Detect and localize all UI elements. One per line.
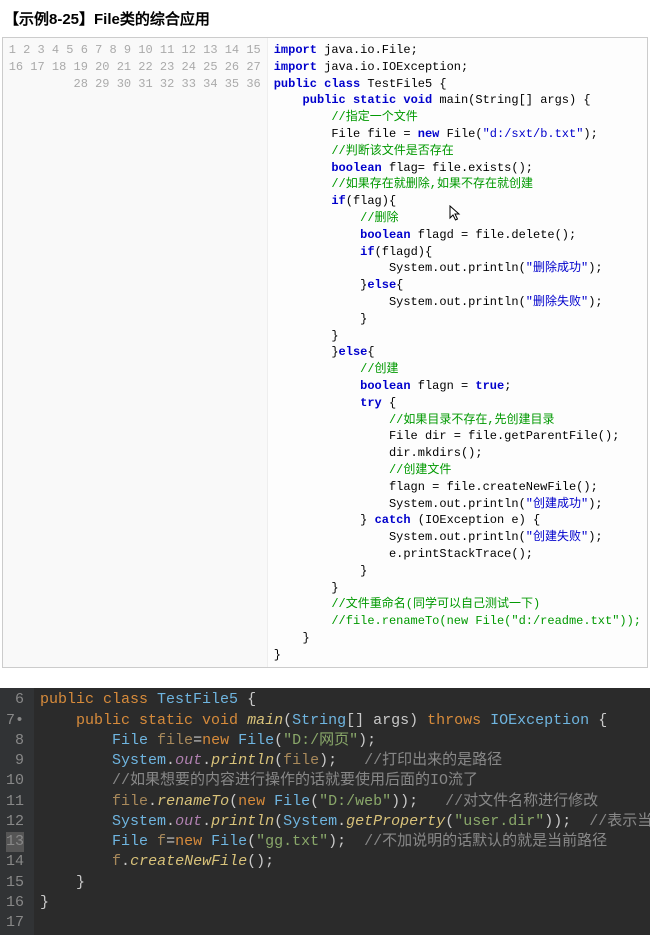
gutter-light: 1 2 3 4 5 6 7 8 9 10 11 12 13 14 15 16 1…	[3, 38, 268, 667]
lines-light: import java.io.File; import java.io.IOEx…	[268, 38, 647, 667]
lines-dark: public class TestFile5 { public static v…	[34, 688, 650, 935]
gutter-dark: 67•891011121314151617	[0, 688, 34, 935]
code-block-dark: 67•891011121314151617 public class TestF…	[0, 688, 650, 935]
code-block-light: 1 2 3 4 5 6 7 8 9 10 11 12 13 14 15 16 1…	[2, 37, 648, 668]
example-title: 【示例8-25】File类的综合应用	[0, 0, 650, 37]
